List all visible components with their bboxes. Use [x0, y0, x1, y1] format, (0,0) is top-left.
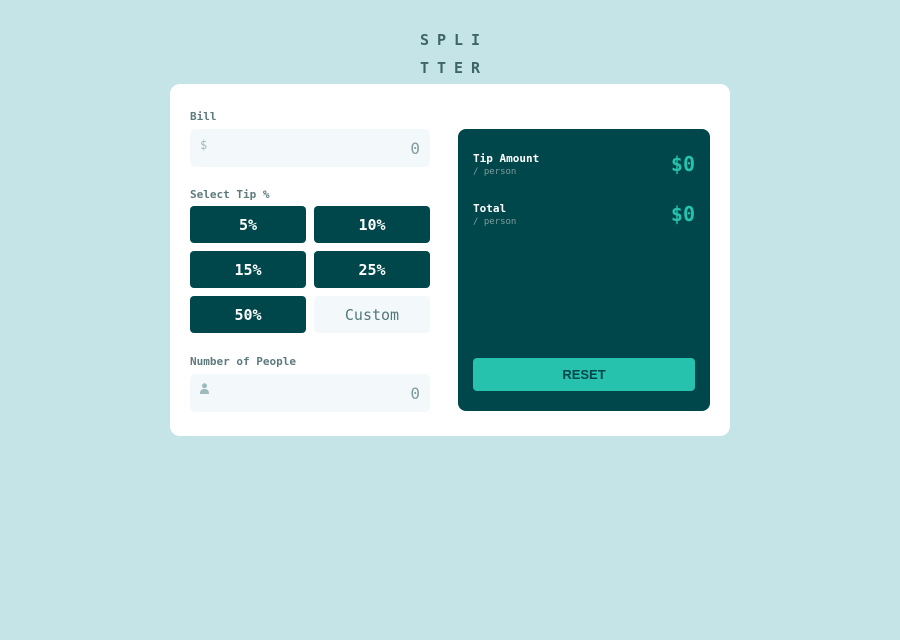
select-tip-label: Select Tip %	[190, 188, 270, 201]
dollar-icon: $	[200, 138, 208, 152]
total-value: $0	[670, 202, 695, 226]
tip-button-50[interactable]: 50%	[190, 296, 306, 333]
tip-button-15[interactable]: 15%	[190, 251, 306, 288]
tip-amount-title: Tip Amount	[473, 152, 540, 165]
results-panel: Tip Amount / person $0 Total / person $0…	[458, 129, 710, 411]
total-sub: / person	[473, 217, 517, 227]
logo-line-1: SPLI	[419, 31, 489, 49]
tip-amount-value: $0	[670, 152, 695, 176]
person-icon	[200, 383, 209, 394]
app-logo: SPLI TTER	[0, 26, 900, 82]
tip-button-5[interactable]: 5%	[190, 206, 306, 243]
people-input[interactable]	[220, 374, 420, 412]
bill-input[interactable]	[220, 129, 420, 167]
tip-button-25[interactable]: 25%	[314, 251, 430, 288]
bill-label: Bill	[190, 110, 217, 123]
custom-tip-input[interactable]	[314, 296, 430, 333]
number-of-people-label: Number of People	[190, 355, 296, 368]
reset-button[interactable]: RESET	[473, 358, 695, 391]
tip-amount-sub: / person	[473, 167, 517, 177]
total-title: Total	[473, 202, 507, 215]
people-field	[190, 374, 430, 412]
bill-field: $	[190, 129, 430, 167]
tip-button-10[interactable]: 10%	[314, 206, 430, 243]
calculator-card: Bill $ Select Tip % 5% 10% 15% 25% 50% N…	[170, 84, 730, 436]
logo-line-2: TTER	[419, 59, 489, 77]
